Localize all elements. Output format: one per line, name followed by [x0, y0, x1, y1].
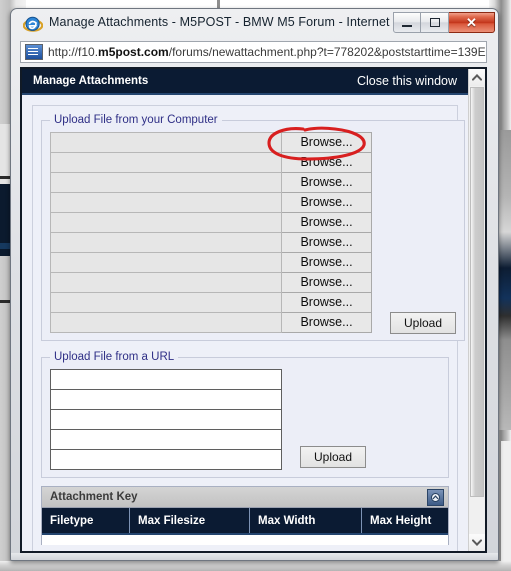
- browse-button[interactable]: Browse...: [282, 132, 372, 153]
- file-upload-row: Browse...: [50, 212, 456, 233]
- collapse-icon[interactable]: [427, 488, 444, 506]
- url-input[interactable]: [50, 429, 282, 450]
- url-prefix: http://f10.: [48, 45, 99, 59]
- background-window-right-content: [497, 130, 511, 430]
- browse-button[interactable]: Browse...: [282, 272, 372, 293]
- file-upload-action-cell: Upload: [372, 311, 457, 334]
- file-upload-row: Browse...: [50, 252, 456, 273]
- upload-from-url-section: Upload File from a URL Upload: [41, 351, 449, 478]
- attachment-key-bar: Attachment Key: [42, 487, 448, 508]
- url-input[interactable]: [50, 409, 282, 430]
- address-bar[interactable]: http://f10.m5post.com/forums/newattachme…: [20, 41, 487, 63]
- browse-button[interactable]: Browse...: [282, 292, 372, 313]
- browser-window: Manage Attachments - M5POST - BMW M5 For…: [10, 8, 499, 561]
- file-path-field[interactable]: [50, 292, 282, 313]
- file-upload-row: Browse...: [50, 132, 456, 153]
- file-path-field[interactable]: [50, 192, 282, 213]
- file-upload-action-cell: [372, 212, 456, 233]
- column-header-max-filesize: Max Filesize: [130, 508, 250, 533]
- file-upload-row: Browse... Upload: [50, 311, 457, 334]
- attachment-key-header-row: Filetype Max Filesize Max Width Max Heig…: [42, 508, 448, 535]
- file-upload-button[interactable]: Upload: [390, 311, 457, 334]
- address-bar-url: http://f10.m5post.com/forums/newattachme…: [48, 45, 486, 59]
- page-viewport: Manage Attachments Close this window Upl…: [20, 67, 487, 553]
- column-header-filetype: Filetype: [42, 508, 130, 533]
- page-title: Manage Attachments: [33, 75, 149, 87]
- column-header-max-width: Max Width: [250, 508, 362, 533]
- url-upload-button[interactable]: Upload: [300, 446, 367, 468]
- url-input-list: [50, 369, 282, 470]
- file-path-field[interactable]: [50, 212, 282, 233]
- browse-button[interactable]: Browse...: [282, 172, 372, 193]
- file-upload-action-cell: [372, 192, 456, 213]
- url-input[interactable]: [50, 389, 282, 410]
- file-upload-action-cell: [372, 272, 456, 293]
- url-domain: m5post.com: [98, 45, 169, 59]
- close-button[interactable]: ✕: [449, 12, 495, 33]
- file-upload-row: Browse...: [50, 232, 456, 253]
- manage-attachments-body: Upload File from your Computer Browse...…: [22, 95, 468, 551]
- background-top-divider: [217, 0, 220, 8]
- window-title: Manage Attachments - M5POST - BMW M5 For…: [49, 15, 413, 29]
- browse-button[interactable]: Browse...: [282, 232, 372, 253]
- browse-button[interactable]: Browse...: [282, 212, 372, 233]
- page-icon: [25, 44, 43, 60]
- close-this-window-link[interactable]: Close this window: [357, 74, 457, 88]
- file-upload-action-cell: [372, 132, 456, 153]
- attachment-key-title: Attachment Key: [50, 491, 138, 503]
- upload-panel: Upload File from your Computer Browse...…: [32, 105, 466, 551]
- file-path-field[interactable]: [50, 232, 282, 253]
- file-path-field[interactable]: [50, 252, 282, 273]
- scrollbar-up-button[interactable]: [469, 69, 485, 86]
- scrollbar-down-button[interactable]: [469, 534, 485, 551]
- url-section-inner: Upload: [50, 369, 440, 470]
- url-input[interactable]: [50, 449, 282, 470]
- url-input[interactable]: [50, 369, 282, 390]
- file-upload-row: Browse...: [50, 152, 456, 173]
- column-header-max-height: Max Height: [370, 514, 432, 527]
- file-upload-row: Browse...: [50, 272, 456, 293]
- chevron-up-icon: [472, 74, 482, 81]
- browser-status-bar: [11, 553, 498, 560]
- file-path-field[interactable]: [50, 312, 282, 333]
- page-content: Manage Attachments Close this window Upl…: [22, 69, 468, 551]
- file-upload-row-list: Browse... Browse... Browse... Browse... Brow…: [50, 132, 457, 334]
- upload-from-computer-section: Upload File from your Computer Browse...…: [41, 114, 466, 341]
- file-path-field[interactable]: [50, 172, 282, 193]
- upload-from-url-legend: Upload File from a URL: [54, 351, 175, 363]
- internet-explorer-icon: [22, 14, 44, 34]
- attachment-key-table: Attachment Key Filetype Max Filesize Max…: [41, 486, 449, 545]
- maximize-icon: [429, 18, 440, 27]
- maximize-button[interactable]: [421, 12, 449, 33]
- url-upload-cell: Upload: [282, 446, 440, 469]
- background-bottom-bar: [0, 561, 511, 571]
- file-upload-action-cell: [372, 172, 456, 193]
- browse-button[interactable]: Browse...: [282, 192, 372, 213]
- minimize-icon: [402, 24, 412, 27]
- url-suffix: /forums/newattachment.php?t=778202&posts…: [168, 45, 486, 59]
- manage-attachments-header: Manage Attachments Close this window: [22, 69, 468, 95]
- file-path-field[interactable]: [50, 272, 282, 293]
- scrollbar-thumb[interactable]: [470, 87, 484, 497]
- window-controls: ✕: [393, 12, 495, 33]
- title-bar[interactable]: Manage Attachments - M5POST - BMW M5 For…: [11, 9, 498, 39]
- file-upload-action-cell: [372, 292, 456, 313]
- minimize-button[interactable]: [393, 12, 421, 33]
- file-path-field[interactable]: [50, 152, 282, 173]
- browse-button[interactable]: Browse...: [282, 252, 372, 273]
- upload-from-computer-legend: Upload File from your Computer: [54, 114, 218, 126]
- file-upload-action-cell: [372, 232, 456, 253]
- file-path-field[interactable]: [50, 132, 282, 153]
- file-upload-row: Browse...: [50, 172, 456, 193]
- browse-button[interactable]: Browse...: [282, 312, 372, 333]
- chevron-down-icon: [472, 539, 482, 546]
- file-upload-row: Browse...: [50, 292, 456, 313]
- file-upload-action-cell: [372, 252, 456, 273]
- file-upload-row: Browse...: [50, 192, 456, 213]
- attachment-key-body-row: [42, 535, 448, 545]
- page-scrollbar[interactable]: [468, 69, 485, 551]
- browse-button[interactable]: Browse...: [282, 152, 372, 173]
- file-upload-action-cell: [372, 152, 456, 173]
- background-window-right-lower: [501, 441, 511, 571]
